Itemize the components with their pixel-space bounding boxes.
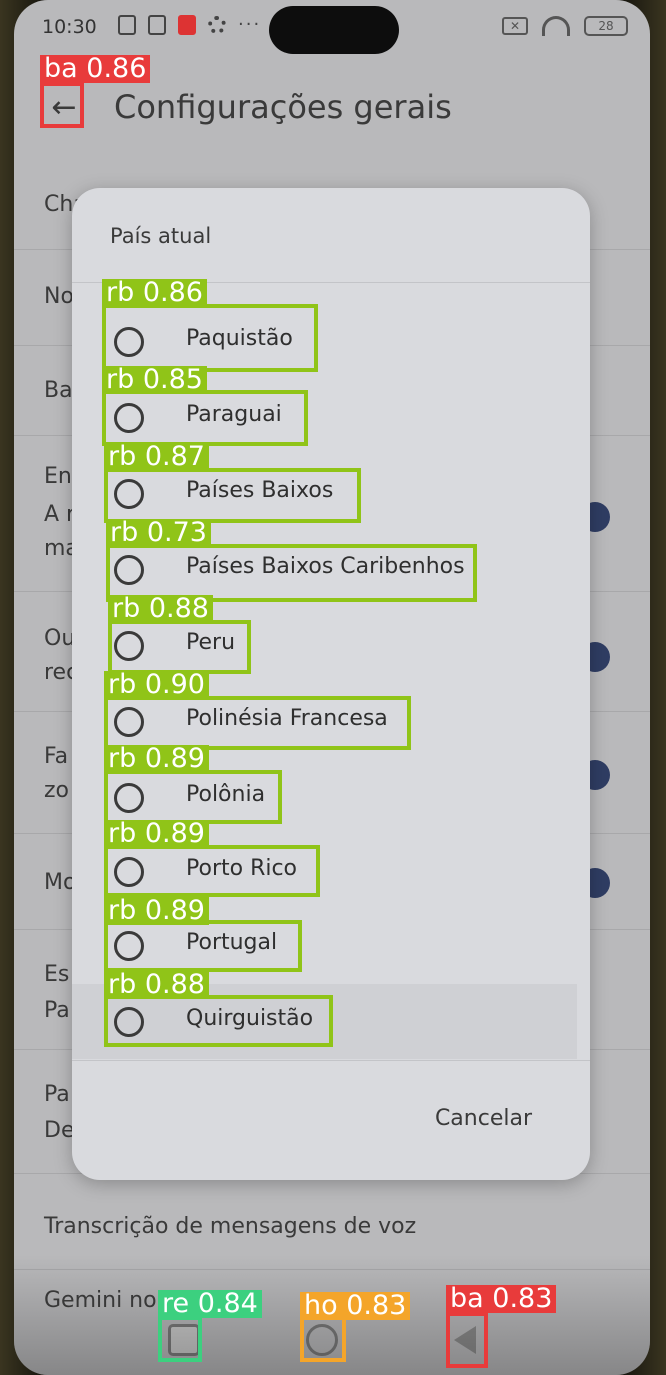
setting-label: En — [44, 464, 72, 489]
detection-label: rb 0.89 — [104, 745, 209, 773]
setting-label: Es — [44, 962, 70, 987]
detection-box — [102, 304, 318, 372]
detection-box — [300, 1316, 346, 1362]
detection-label: rb 0.88 — [108, 595, 213, 623]
detection-label: ba 0.86 — [40, 55, 151, 83]
setting-label: Gemini no — [44, 1288, 157, 1313]
status-bar: 10:30 ··· ✕ 28 — [14, 0, 650, 60]
setting-label: Pa — [44, 1082, 70, 1107]
more-notifications-icon: ··· — [238, 14, 262, 35]
sim-icon — [148, 14, 166, 35]
detection-label: rb 0.87 — [104, 443, 209, 471]
detection-label: rb 0.86 — [102, 279, 207, 307]
detection-box — [108, 620, 251, 674]
phone-frame: 10:30 ··· ✕ 28 ← Configurações gerais Ch… — [0, 0, 666, 1375]
setting-row[interactable]: Transcrição de mensagens de voz — [14, 1174, 650, 1270]
camera-notch — [269, 6, 399, 54]
detection-label: rb 0.89 — [104, 820, 209, 848]
detection-box — [158, 1316, 202, 1362]
status-time: 10:30 — [42, 16, 97, 38]
setting-label: No — [44, 284, 74, 309]
detection-box — [104, 995, 333, 1047]
no-sim-icon: ✕ — [502, 17, 528, 35]
detection-box — [104, 920, 302, 972]
setting-label: Ba — [44, 378, 73, 403]
page-title: Configurações gerais — [114, 88, 452, 126]
detection-label: re 0.84 — [158, 1290, 262, 1318]
status-icons-right: ✕ 28 — [502, 16, 628, 36]
detection-label: rb 0.73 — [106, 519, 211, 547]
setting-description: Pa — [44, 998, 70, 1023]
setting-label: Transcrição de mensagens de voz — [44, 1214, 417, 1239]
dialog-divider — [72, 1060, 590, 1061]
detection-box — [104, 468, 361, 523]
wifi-icon — [542, 16, 570, 36]
nfc-icon — [118, 14, 136, 35]
gear-icon — [208, 15, 226, 34]
setting-description: zo — [44, 778, 70, 803]
detection-label: ba 0.83 — [446, 1285, 557, 1313]
dialog-title: País atual — [110, 224, 212, 248]
setting-label: Fa — [44, 744, 69, 769]
detection-box — [104, 845, 320, 897]
detection-label: rb 0.90 — [104, 671, 209, 699]
detection-box — [104, 770, 282, 824]
detection-box — [40, 82, 84, 128]
battery-icon: 28 — [584, 16, 628, 36]
mail-notification-icon — [178, 14, 196, 35]
detection-box — [446, 1312, 488, 1368]
detection-box — [102, 390, 308, 446]
status-icons-left: ··· — [104, 14, 261, 35]
detection-box — [104, 696, 411, 750]
cancel-button[interactable]: Cancelar — [435, 1106, 532, 1131]
setting-description: De — [44, 1118, 75, 1143]
setting-label: Ou — [44, 626, 76, 651]
setting-description: A r — [44, 502, 76, 527]
